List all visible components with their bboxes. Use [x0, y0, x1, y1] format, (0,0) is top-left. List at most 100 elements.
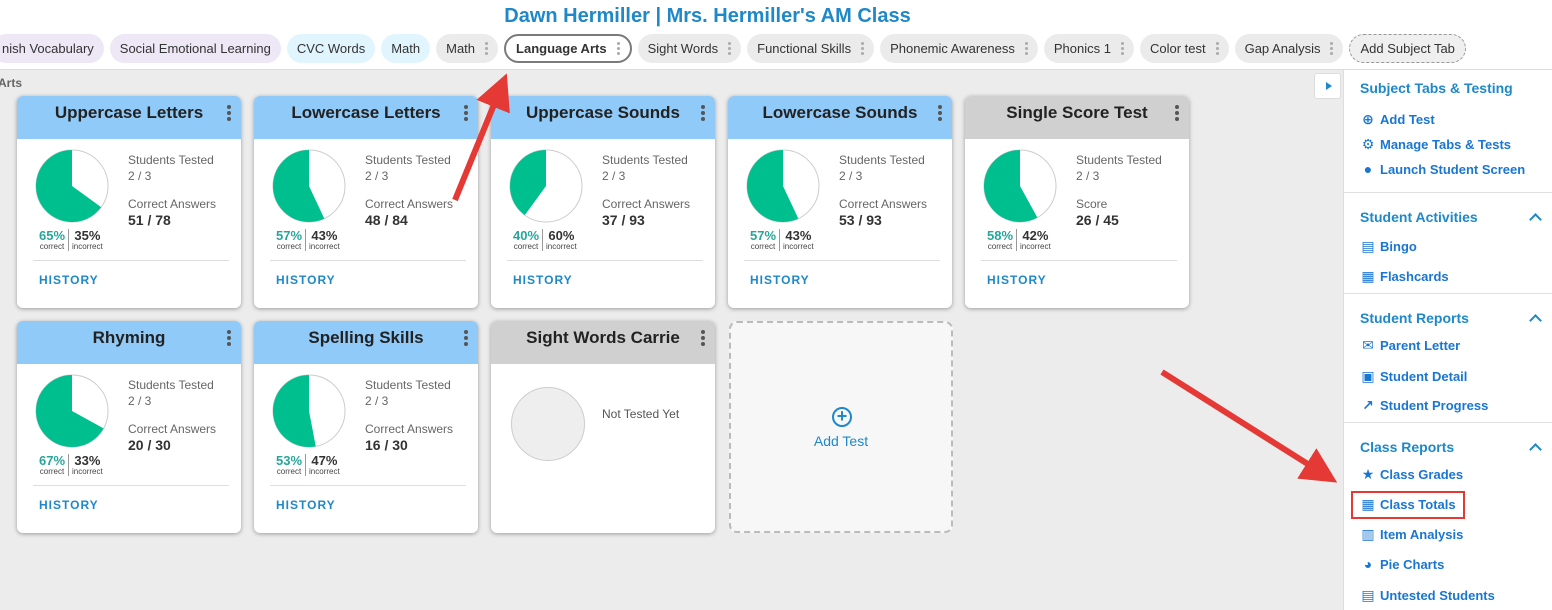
- card-menu-icon[interactable]: [227, 104, 231, 122]
- history-link[interactable]: HISTORY: [276, 498, 336, 512]
- test-card[interactable]: Rhyming Students Tested 2 / 3 Correct An…: [17, 321, 241, 533]
- tab-menu-icon[interactable]: [616, 41, 620, 56]
- students-tested-value: 2 / 3: [602, 169, 626, 183]
- incorrect-percent: 43%: [311, 228, 338, 243]
- tab-menu-icon[interactable]: [1330, 41, 1334, 56]
- tab-add-subject-tab[interactable]: Add Subject Tab: [1349, 34, 1466, 63]
- card-title: Sight Words Carrie: [526, 328, 680, 347]
- correct-label: correct: [276, 467, 302, 476]
- card-menu-icon[interactable]: [227, 329, 231, 347]
- correct-label: correct: [987, 242, 1013, 251]
- test-card[interactable]: Lowercase Letters Students Tested 2 / 3 …: [254, 96, 478, 308]
- history-link[interactable]: HISTORY: [39, 273, 99, 287]
- tab-social-emotional-learning[interactable]: Social Emotional Learning: [109, 34, 281, 63]
- tab-functional-skills[interactable]: Functional Skills: [747, 34, 875, 63]
- card-header: Lowercase Letters: [254, 96, 478, 139]
- plus-circle-icon: ⊕: [1362, 110, 1374, 127]
- students-tested-value: 2 / 3: [365, 169, 389, 183]
- chevron-up-icon[interactable]: [1529, 443, 1542, 456]
- card-title: Rhyming: [92, 328, 166, 347]
- incorrect-percent: 60%: [548, 228, 575, 243]
- tab-menu-icon[interactable]: [861, 41, 865, 56]
- card-menu-icon[interactable]: [464, 329, 468, 347]
- chevron-up-icon[interactable]: [1529, 314, 1542, 327]
- card-menu-icon[interactable]: [1175, 104, 1179, 122]
- result-value: 48 / 84: [365, 212, 408, 228]
- history-link[interactable]: HISTORY: [39, 498, 99, 512]
- star-icon: ★: [1361, 465, 1375, 482]
- sidebar-item-parent-letter[interactable]: ✉ Parent Letter: [1360, 337, 1460, 353]
- tab-cvc-words[interactable]: CVC Words: [286, 34, 376, 63]
- tab-label: CVC Words: [296, 41, 366, 56]
- history-link[interactable]: HISTORY: [987, 273, 1047, 287]
- card-title: Single Score Test: [1006, 103, 1148, 122]
- subject-tabs: nish Vocabulary Social Emotional Learning…: [0, 34, 1466, 63]
- tab-nish-vocabulary[interactable]: nish Vocabulary: [0, 34, 104, 63]
- students-tested-value: 2 / 3: [365, 394, 389, 408]
- students-tested-label: Students Tested: [365, 378, 451, 392]
- card-divider: [507, 260, 703, 261]
- tab-menu-icon[interactable]: [1024, 41, 1028, 56]
- incorrect-percent: 47%: [311, 453, 338, 468]
- test-card[interactable]: Sight Words Carrie Not Tested Yet: [491, 321, 715, 533]
- card-header: Sight Words Carrie: [491, 321, 715, 364]
- sidebar-item-launch-student-screen[interactable]: ● Launch Student Screen: [1360, 161, 1525, 177]
- badge-icon: ▣: [1361, 367, 1375, 384]
- sidebar-item-add-test[interactable]: ⊕ Add Test: [1360, 111, 1435, 127]
- history-link[interactable]: HISTORY: [513, 273, 573, 287]
- test-card[interactable]: Uppercase Letters Students Tested 2 / 3 …: [17, 96, 241, 308]
- sidebar-item-student-detail[interactable]: ▣ Student Detail: [1360, 368, 1467, 384]
- incorrect-percent: 33%: [74, 453, 101, 468]
- sidebar-item-label: Launch Student Screen: [1380, 161, 1526, 177]
- tab-language-arts[interactable]: Language Arts: [504, 34, 632, 63]
- sidebar-section-title: Subject Tabs & Testing: [1360, 80, 1513, 96]
- sidebar-item-label: Pie Charts: [1380, 556, 1445, 572]
- add-test-card[interactable]: + Add Test: [729, 321, 953, 533]
- test-card[interactable]: Spelling Skills Students Tested 2 / 3 Co…: [254, 321, 478, 533]
- card-menu-icon[interactable]: [701, 329, 705, 347]
- card-title: Lowercase Sounds: [762, 103, 918, 122]
- tab-gap-analysis[interactable]: Gap Analysis: [1234, 34, 1344, 63]
- sidebar-item-student-progress[interactable]: ↗ Student Progress: [1360, 397, 1488, 413]
- tab-menu-icon[interactable]: [728, 41, 732, 56]
- sidebar-item-label: Manage Tabs & Tests: [1380, 136, 1511, 152]
- history-link[interactable]: HISTORY: [750, 273, 810, 287]
- pie-chart-icon: ◕: [1363, 556, 1373, 572]
- sidebar-item-item-analysis[interactable]: ▥ Item Analysis: [1360, 526, 1463, 542]
- percent-summary: 53% correct 47% incorrect: [276, 454, 340, 476]
- history-link[interactable]: HISTORY: [276, 273, 336, 287]
- correct-percent: 67%: [39, 453, 66, 468]
- card-header: Single Score Test: [965, 96, 1189, 139]
- correct-percent: 57%: [276, 228, 303, 243]
- result-value: 53 / 93: [839, 212, 882, 228]
- tab-color-test[interactable]: Color test: [1139, 34, 1229, 63]
- chevron-up-icon[interactable]: [1529, 213, 1542, 226]
- sidebar-section-title: Student Activities: [1360, 209, 1478, 225]
- test-card[interactable]: Lowercase Sounds Students Tested 2 / 3 C…: [728, 96, 952, 308]
- card-menu-icon[interactable]: [464, 104, 468, 122]
- card-menu-icon[interactable]: [938, 104, 942, 122]
- sidebar-item-untested-students[interactable]: ▤ Untested Students: [1360, 587, 1494, 603]
- sidebar-item-manage-tabs-tests[interactable]: ⚙ Manage Tabs & Tests: [1360, 136, 1511, 152]
- sidebar-item-class-grades[interactable]: ★ Class Grades: [1360, 466, 1463, 482]
- students-tested-label: Students Tested: [365, 153, 451, 167]
- sidebar-item-flashcards[interactable]: ▦ Flashcards: [1360, 268, 1448, 284]
- test-card[interactable]: Single Score Test Students Tested 2 / 3 …: [965, 96, 1189, 308]
- card-menu-icon[interactable]: [701, 104, 705, 122]
- students-tested-label: Students Tested: [602, 153, 688, 167]
- trend-icon: ↗: [1362, 396, 1374, 413]
- sidebar-item-pie-charts[interactable]: ◕ Pie Charts: [1360, 556, 1445, 572]
- tab-menu-icon[interactable]: [1120, 41, 1124, 56]
- tab-phonics-1[interactable]: Phonics 1: [1043, 34, 1134, 63]
- tab-math[interactable]: Math: [381, 34, 431, 63]
- sidebar-toggle-button[interactable]: [1314, 73, 1341, 99]
- sidebar-item-bingo[interactable]: ▤ Bingo: [1360, 238, 1416, 254]
- tab-sight-words[interactable]: Sight Words: [637, 34, 742, 63]
- tab-menu-icon[interactable]: [1215, 41, 1219, 56]
- tab-phonemic-awareness[interactable]: Phonemic Awareness: [880, 34, 1038, 63]
- pie-chart: [746, 149, 820, 223]
- test-card[interactable]: Uppercase Sounds Students Tested 2 / 3 C…: [491, 96, 715, 308]
- tab-math[interactable]: Math: [436, 34, 499, 63]
- result-label: Correct Answers: [365, 422, 454, 436]
- tab-menu-icon[interactable]: [485, 41, 489, 56]
